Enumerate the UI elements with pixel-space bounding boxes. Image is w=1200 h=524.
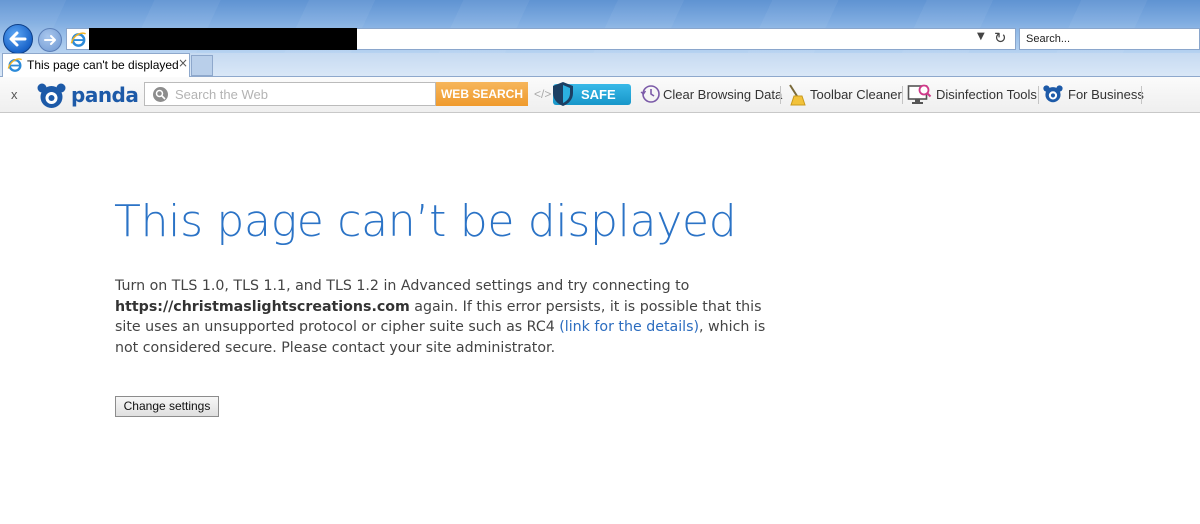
toolbar-separator: [1141, 86, 1142, 104]
panda-brand-text: panda: [71, 83, 139, 107]
toolbar-close-icon[interactable]: x: [11, 87, 18, 102]
address-bar[interactable]: ▼ ↻: [66, 28, 1016, 50]
tab-strip: This page can't be displayed ×: [0, 53, 1200, 77]
tab-active[interactable]: This page can't be displayed ×: [2, 53, 190, 77]
disinfection-tools-button[interactable]: Disinfection Tools: [936, 87, 1037, 102]
toolbar-cleaner-button[interactable]: Toolbar Cleaner: [810, 87, 902, 102]
arrow-right-icon: [44, 35, 56, 45]
broom-icon: [789, 84, 806, 106]
chevron-down-icon[interactable]: ▼: [977, 31, 985, 42]
forward-button[interactable]: [38, 28, 62, 52]
clock-history-icon: [640, 85, 660, 103]
browser-search-input[interactable]: Search...: [1019, 28, 1200, 50]
safe-badge[interactable]: SAFE: [553, 82, 631, 106]
panda-toolbar: x panda Search the Web WEB SEARCH </> SA…: [0, 77, 1200, 113]
panda-icon: [37, 83, 66, 108]
panda-logo[interactable]: panda: [37, 82, 139, 110]
error-text-line1: Turn on TLS 1.0, TLS 1.1, and TLS 1.2 in…: [115, 278, 690, 294]
error-host: https://christmaslightscreations.com: [115, 298, 410, 315]
monitor-search-icon: [907, 84, 932, 104]
change-settings-button[interactable]: Change settings: [115, 396, 219, 417]
shield-icon: [553, 82, 573, 106]
web-search-input[interactable]: Search the Web: [144, 82, 436, 106]
toolbar-separator: [780, 86, 781, 104]
toolbar-separator: [902, 86, 903, 104]
clear-browsing-data-button[interactable]: Clear Browsing Data: [663, 87, 782, 102]
error-message: Turn on TLS 1.0, TLS 1.1, and TLS 1.2 in…: [115, 276, 785, 358]
ie-icon: [70, 32, 86, 47]
navigation-bar: ▼ ↻ Search...: [0, 0, 1200, 54]
redacted-url: [89, 28, 357, 50]
new-tab-button[interactable]: [191, 55, 213, 76]
web-search-placeholder: Search the Web: [175, 87, 268, 102]
web-search-button[interactable]: WEB SEARCH: [436, 82, 528, 106]
tab-title: This page can't be displayed: [27, 58, 179, 72]
details-link[interactable]: (link for the details): [559, 319, 699, 335]
code-icon[interactable]: </>: [534, 87, 551, 101]
arrow-left-icon: [9, 31, 27, 47]
refresh-icon[interactable]: ↻: [994, 29, 1007, 47]
tab-close-icon[interactable]: ×: [178, 56, 188, 70]
toolbar-separator: [1038, 86, 1039, 104]
panda-icon: [1043, 85, 1063, 103]
search-icon: [153, 87, 168, 102]
safe-label: SAFE: [581, 87, 616, 102]
page-title: This page can’t be displayed: [114, 196, 737, 247]
back-button[interactable]: [3, 24, 33, 54]
for-business-button[interactable]: For Business: [1068, 87, 1144, 102]
ie-icon: [7, 58, 23, 72]
